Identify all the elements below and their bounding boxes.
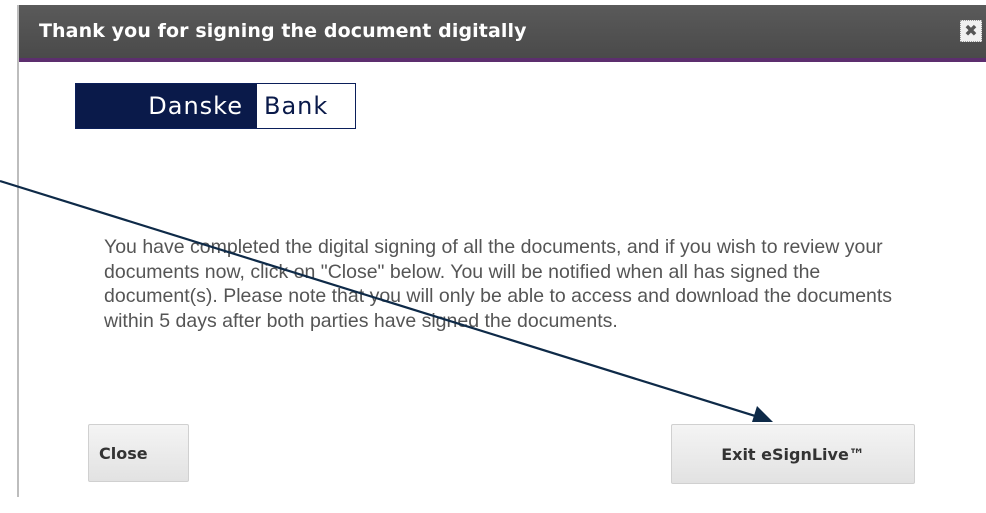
exit-esignlive-button[interactable]: Exit eSignLive™: [671, 424, 915, 484]
close-icon[interactable]: ✖: [960, 20, 982, 42]
dialog-message: You have completed the digital signing o…: [104, 236, 893, 332]
danske-bank-logo: Danske Bank: [75, 83, 356, 129]
logo-bank-text: Bank: [257, 84, 355, 128]
screenshot-stage: Thank you for signing the document digit…: [0, 0, 986, 513]
logo-danske-text: Danske: [76, 84, 257, 128]
dialog-titlebar: Thank you for signing the document digit…: [19, 5, 986, 62]
signing-complete-dialog: Thank you for signing the document digit…: [17, 5, 986, 497]
dialog-title: Thank you for signing the document digit…: [39, 20, 527, 42]
close-button[interactable]: Close: [88, 424, 189, 482]
